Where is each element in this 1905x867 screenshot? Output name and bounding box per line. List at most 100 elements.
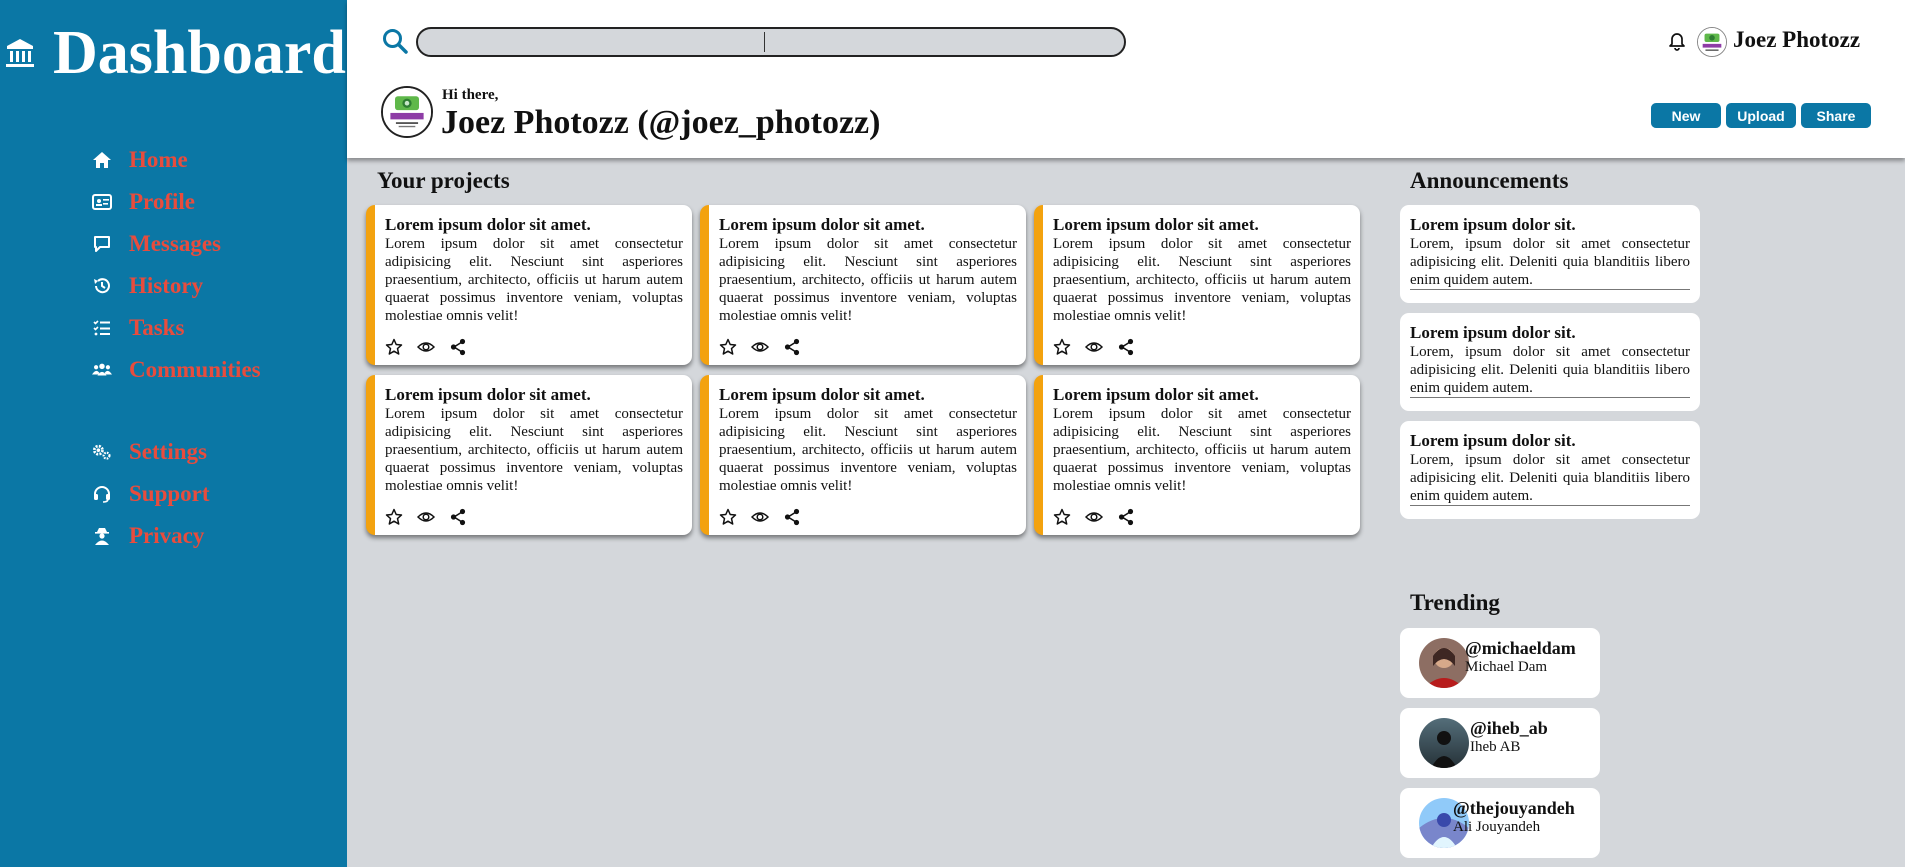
nav-messages-label: Messages (129, 231, 221, 256)
user-secret-icon (91, 525, 113, 547)
share-icon[interactable] (783, 508, 801, 526)
eye-icon[interactable] (417, 338, 435, 356)
trending-handle: @iheb_ab (1470, 718, 1548, 738)
nav-home[interactable]: Home (91, 147, 188, 173)
announcements-title: Announcements (1410, 168, 1569, 193)
trending-user[interactable]: @michaeldam Michael Dam (1400, 628, 1600, 698)
project-card[interactable]: Lorem ipsum dolor sit amet. Lorem ipsum d… (1034, 205, 1360, 365)
nav-history-label: History (129, 273, 204, 298)
id-card-icon (91, 191, 113, 213)
share-icon[interactable] (449, 508, 467, 526)
headset-icon (91, 483, 113, 505)
nav-privacy[interactable]: Privacy (91, 523, 204, 549)
announcement-title: Lorem ipsum dolor sit. (1410, 215, 1576, 234)
top-username[interactable]: Joez Photozz (1733, 27, 1860, 53)
nav-communities[interactable]: Communities (91, 357, 261, 383)
nav-history[interactable]: History (91, 273, 203, 299)
project-card[interactable]: Lorem ipsum dolor sit amet. Lorem ipsum d… (700, 375, 1026, 535)
profile-avatar (381, 86, 433, 138)
share-icon[interactable] (783, 338, 801, 356)
brand: Dashboard (5, 18, 346, 88)
share-icon[interactable] (449, 338, 467, 356)
nav-settings[interactable]: Settings (91, 439, 207, 465)
star-icon[interactable] (385, 338, 403, 356)
trending-handle: @thejouyandeh (1453, 798, 1575, 818)
dashboard-title: Dashboard (53, 19, 346, 87)
avatar (1419, 718, 1469, 768)
announcement-card[interactable]: Lorem ipsum dolor sit. Lorem, ipsum dolo… (1400, 421, 1700, 519)
user-avatar[interactable] (1697, 27, 1727, 57)
project-card-text: Lorem ipsum dolor sit amet consectetur a… (1053, 236, 1351, 324)
star-icon[interactable] (1053, 508, 1071, 526)
eye-icon[interactable] (751, 508, 769, 526)
share-button[interactable]: Share (1801, 103, 1871, 128)
projects-title: Your projects (377, 168, 510, 193)
announcement-text: Lorem, ipsum dolor sit amet consectetur … (1410, 452, 1690, 506)
project-card-title: Lorem ipsum dolor sit amet. (719, 385, 925, 404)
history-icon (91, 275, 113, 297)
project-card-actions (719, 338, 801, 356)
text-caret (764, 32, 765, 52)
project-card-title: Lorem ipsum dolor sit amet. (1053, 385, 1259, 404)
announcement-card[interactable]: Lorem ipsum dolor sit. Lorem, ipsum dolo… (1400, 313, 1700, 411)
upload-button[interactable]: Upload (1726, 103, 1796, 128)
profile-logo-image (383, 88, 431, 136)
project-card-actions (385, 508, 467, 526)
share-icon[interactable] (1117, 508, 1135, 526)
nav-messages[interactable]: Messages (91, 231, 221, 257)
message-icon (91, 233, 113, 255)
eye-icon[interactable] (417, 508, 435, 526)
nav-tasks[interactable]: Tasks (91, 315, 184, 341)
gears-icon (91, 441, 113, 463)
trending-name: Iheb AB (1470, 739, 1521, 755)
star-icon[interactable] (719, 338, 737, 356)
trending-name: Ali Jouyandeh (1453, 819, 1541, 835)
eye-icon[interactable] (1085, 508, 1103, 526)
search-icon[interactable] (382, 28, 408, 54)
nav-home-label: Home (129, 147, 188, 172)
announcement-card[interactable]: Lorem ipsum dolor sit. Lorem, ipsum dolo… (1400, 205, 1700, 303)
eye-icon[interactable] (751, 338, 769, 356)
nav-support[interactable]: Support (91, 481, 210, 507)
project-card[interactable]: Lorem ipsum dolor sit amet. Lorem ipsum d… (700, 205, 1026, 365)
project-card[interactable]: Lorem ipsum dolor sit amet. Lorem ipsum d… (366, 205, 692, 365)
project-card-title: Lorem ipsum dolor sit amet. (385, 215, 591, 234)
project-card-actions (1053, 508, 1135, 526)
new-button[interactable]: New (1651, 103, 1721, 128)
nav-settings-label: Settings (129, 439, 207, 464)
project-card-actions (385, 338, 467, 356)
tasks-icon (91, 317, 113, 339)
trending-user[interactable]: @thejouyandeh Ali Jouyandeh (1400, 788, 1600, 858)
project-card-text: Lorem ipsum dolor sit amet consectetur a… (1053, 406, 1351, 494)
trending-title: Trending (1410, 590, 1500, 615)
star-icon[interactable] (719, 508, 737, 526)
nav-support-label: Support (129, 481, 210, 506)
project-card-text: Lorem ipsum dolor sit amet consectetur a… (385, 406, 683, 494)
nav-tasks-label: Tasks (129, 315, 185, 340)
greeting: Hi there, (442, 87, 499, 103)
nav-profile-label: Profile (129, 189, 195, 214)
project-card-actions (1053, 338, 1135, 356)
nav-privacy-label: Privacy (129, 523, 205, 548)
project-card-title: Lorem ipsum dolor sit amet. (719, 215, 925, 234)
trending-name: Michael Dam (1465, 659, 1548, 675)
users-icon (91, 359, 113, 381)
nav-profile[interactable]: Profile (91, 189, 195, 215)
announcement-title: Lorem ipsum dolor sit. (1410, 431, 1576, 450)
trending-user[interactable]: @iheb_ab Iheb AB (1400, 708, 1600, 778)
project-card[interactable]: Lorem ipsum dolor sit amet. Lorem ipsum d… (1034, 375, 1360, 535)
share-icon[interactable] (1117, 338, 1135, 356)
bell-icon[interactable] (1668, 32, 1686, 52)
star-icon[interactable] (1053, 338, 1071, 356)
avatar-logo-image (1698, 28, 1726, 56)
project-card-title: Lorem ipsum dolor sit amet. (1053, 215, 1259, 234)
project-card-text: Lorem ipsum dolor sit amet consectetur a… (719, 406, 1017, 494)
avatar (1419, 638, 1469, 688)
eye-icon[interactable] (1085, 338, 1103, 356)
project-card[interactable]: Lorem ipsum dolor sit amet. Lorem ipsum d… (366, 375, 692, 535)
announcement-text: Lorem, ipsum dolor sit amet consectetur … (1410, 344, 1690, 398)
profile-name: Joez Photozz (@joez_photozz) (441, 104, 881, 141)
search-input[interactable] (416, 27, 1126, 57)
star-icon[interactable] (385, 508, 403, 526)
sidebar: Dashboard Home Profile Messages History … (0, 0, 347, 867)
